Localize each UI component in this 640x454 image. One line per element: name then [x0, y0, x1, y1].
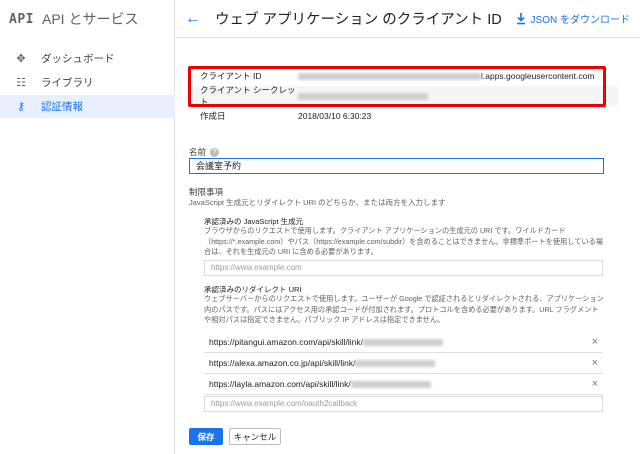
library-icon: ☷	[16, 77, 26, 89]
key-icon: ⚷	[16, 101, 26, 113]
client-id-suffix: l.apps.googleusercontent.com	[481, 71, 595, 81]
created-value: 2018/03/10 6:30:23	[298, 111, 372, 121]
redirect-uris-description: ウェブサーバーからのリクエストで使用します。ユーザーが Google で認証され…	[204, 294, 604, 324]
page-title: ウェブ アプリケーション のクライアント ID	[215, 12, 502, 28]
api-logo: API	[9, 11, 34, 27]
js-origins-input[interactable]: https://www.example.com	[204, 260, 603, 276]
client-id-label: クライアント ID	[200, 71, 262, 81]
diamond-grid-icon: ✥	[16, 53, 26, 65]
redirect-uri-text: https://alexa.amazon.co.jp/api/skill/lin…	[209, 358, 356, 368]
redirect-uri-text: https://pitangui.amazon.com/api/skill/li…	[209, 337, 364, 347]
client-id-value[interactable]: l.apps.googleusercontent.com	[298, 71, 618, 81]
client-secret-row: クライアント シークレット	[188, 85, 618, 107]
remove-uri-icon[interactable]: ×	[592, 336, 598, 348]
client-info-table: クライアント ID l.apps.googleusercontent.com ク…	[188, 66, 618, 126]
created-label: 作成日	[200, 111, 226, 121]
redirect-uri-row[interactable]: https://alexa.amazon.co.jp/api/skill/lin…	[204, 353, 603, 374]
name-label: 名前 ?	[189, 146, 220, 158]
redirect-uri-row[interactable]: https://pitangui.amazon.com/api/skill/li…	[204, 332, 603, 353]
client-id-row: クライアント ID l.apps.googleusercontent.com	[188, 66, 618, 86]
download-json-button[interactable]: JSON をダウンロード	[516, 11, 630, 26]
cancel-button[interactable]: キャンセル	[229, 428, 281, 445]
js-origins-description: ブラウザからのリクエストで使用します。クライアント アプリケーションの生成元の …	[204, 226, 603, 256]
redacted-uri-part	[350, 380, 431, 388]
sidebar-item-label: 認証情報	[41, 101, 83, 113]
sidebar-item-library[interactable]: ☷ ライブラリ	[0, 71, 175, 94]
redacted-client-id	[298, 73, 481, 81]
created-row: 作成日 2018/03/10 6:30:23	[188, 106, 618, 126]
download-json-label: JSON をダウンロード	[530, 15, 630, 26]
back-arrow-icon[interactable]: ←	[183, 9, 203, 29]
client-secret-label: クライアント シークレット	[200, 85, 296, 107]
remove-uri-icon[interactable]: ×	[592, 357, 598, 369]
sidebar-item-label: ダッシュボード	[41, 53, 115, 65]
redirect-uri-text: https://layla.amazon.com/api/skill/link/	[209, 379, 351, 389]
sidebar-item-label: ライブラリ	[41, 77, 94, 89]
remove-uri-icon[interactable]: ×	[592, 378, 598, 390]
save-button[interactable]: 保存	[189, 428, 223, 445]
sidebar: API API とサービス ✥ ダッシュボード ☷ ライブラリ ⚷ 認証情報	[0, 0, 175, 454]
redacted-uri-part	[355, 359, 436, 367]
help-icon[interactable]: ?	[210, 147, 220, 157]
redirect-uri-row[interactable]: https://layla.amazon.com/api/skill/link/…	[204, 374, 603, 395]
redirect-uri-list: https://pitangui.amazon.com/api/skill/li…	[204, 332, 603, 395]
client-secret-value[interactable]	[298, 91, 618, 101]
page-header: ← ウェブ アプリケーション のクライアント ID JSON をダウンロード	[176, 0, 640, 38]
restrictions-description: JavaScript 生成元とリダイレクト URI のどちらか、または両方を入力…	[189, 198, 446, 207]
redacted-uri-part	[363, 338, 444, 346]
sidebar-item-dashboard[interactable]: ✥ ダッシュボード	[0, 47, 175, 70]
redirect-uri-input[interactable]: https://www.example.com/oauth2callback	[204, 396, 603, 412]
redacted-client-secret	[298, 93, 428, 101]
brand-title: API とサービス	[41, 11, 139, 27]
download-icon	[516, 12, 525, 24]
sidebar-nav: ✥ ダッシュボード ☷ ライブラリ ⚷ 認証情報	[0, 47, 175, 119]
name-input[interactable]: 会議室予約	[189, 158, 604, 174]
brand-header[interactable]: API API とサービス	[0, 0, 175, 38]
sidebar-item-credentials[interactable]: ⚷ 認証情報	[0, 95, 175, 118]
